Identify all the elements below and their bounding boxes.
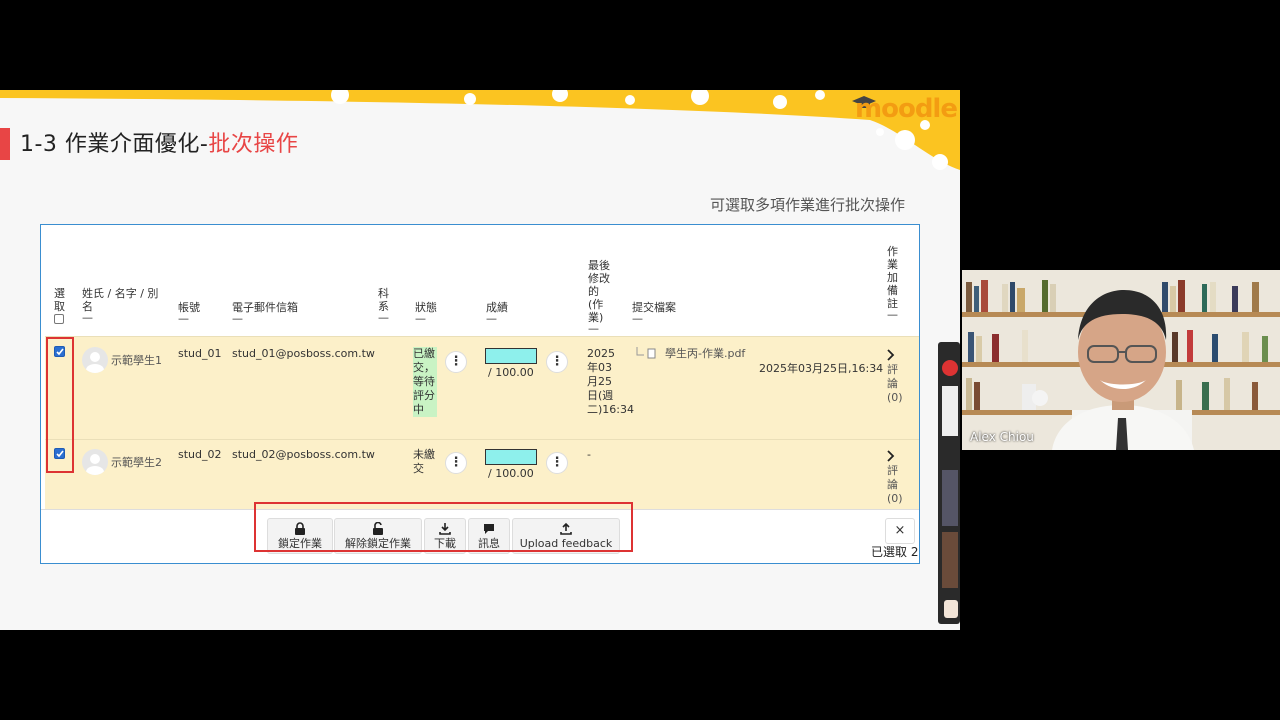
header-department[interactable]: 科系 — xyxy=(378,287,390,323)
close-icon[interactable]: × xyxy=(885,518,915,544)
last-modified: - xyxy=(587,448,591,461)
select-all-checkbox[interactable] xyxy=(54,314,64,324)
header-name[interactable]: 姓氏 / 名字 / 別名 — xyxy=(82,287,162,323)
presentation-slide: moodle 1-3 作業介面優化-批次操作 可選取多項作業進行批次操作 選取 … xyxy=(0,90,960,630)
selected-count: 已選取 2 xyxy=(871,545,919,559)
record-icon xyxy=(942,360,958,376)
hand-icon[interactable] xyxy=(944,600,958,618)
file-timestamp: 2025年03月25日,16:34 xyxy=(759,362,884,375)
feedback-comments[interactable]: 評論 (0) xyxy=(887,464,903,506)
username: stud_01 xyxy=(178,347,222,360)
header-files[interactable]: 提交檔案 — xyxy=(632,301,676,324)
header-username[interactable]: 帳號 — xyxy=(178,301,200,324)
file-tree-icon xyxy=(636,347,656,359)
header-grade[interactable]: 成績 — xyxy=(486,301,508,324)
grading-table-panel: 選取 姓氏 / 名字 / 別名 — 帳號 — 電子郵件信箱 — 科系 — 狀態 … xyxy=(40,224,920,564)
participant-thumbnails[interactable] xyxy=(938,342,960,624)
grade-max: / 100.00 xyxy=(488,366,534,379)
slide-title: 1-3 作業介面優化-批次操作 xyxy=(20,126,298,158)
email: stud_02@posboss.com.tw xyxy=(232,448,375,461)
header-feedback[interactable]: 作業加備註 — xyxy=(887,245,899,320)
table-row: 示範學生2 stud_02 stud_02@posboss.com.tw 未繳交… xyxy=(45,439,919,509)
avatar[interactable] xyxy=(82,347,108,373)
status-menu-button[interactable]: ⋮ xyxy=(445,452,467,474)
title-highlight: 批次操作 xyxy=(208,132,299,157)
slide-subtitle: 可選取多項作業進行批次操作 xyxy=(709,196,905,214)
bulk-action-bar: 鎖定作業 解除鎖定作業 下載 訊息 Upload feedback × 已選取 … xyxy=(41,502,919,563)
participant-thumbnail[interactable] xyxy=(942,470,958,526)
status-menu-button[interactable]: ⋮ xyxy=(445,351,467,373)
email: stud_01@posboss.com.tw xyxy=(232,347,375,360)
header-status[interactable]: 狀態 — xyxy=(415,301,437,324)
participant-thumbnail[interactable] xyxy=(942,532,958,588)
grade-input[interactable] xyxy=(485,449,537,465)
moodle-logo: moodle xyxy=(855,94,958,124)
table-row: 示範學生1 stud_01 stud_01@posboss.com.tw 已繳交… xyxy=(45,336,919,439)
participant-name: Alex Chiou xyxy=(970,430,1034,444)
feedback-comments[interactable]: 評論 (0) xyxy=(887,363,903,405)
avatar[interactable] xyxy=(82,449,108,475)
checkbox-highlight xyxy=(46,337,74,473)
title-accent-bar xyxy=(0,128,10,160)
username: stud_02 xyxy=(178,448,222,461)
header-last-modified[interactable]: 最後修改的(作業) — xyxy=(588,259,612,334)
webcam-feed: Alex Chiou xyxy=(962,270,1280,450)
bulk-actions-highlight xyxy=(254,502,633,552)
status-badge: 已繳交，等待評分中 xyxy=(413,347,437,417)
grade-menu-button[interactable]: ⋮ xyxy=(546,452,568,474)
grade-max: / 100.00 xyxy=(488,467,534,480)
status-badge: 未繳交 xyxy=(413,448,435,475)
video-frame: moodle 1-3 作業介面優化-批次操作 可選取多項作業進行批次操作 選取 … xyxy=(0,0,1280,720)
header-select[interactable]: 選取 xyxy=(54,287,66,313)
student-name[interactable]: 示範學生2 xyxy=(111,456,162,470)
student-name[interactable]: 示範學生1 xyxy=(111,354,162,368)
header-email[interactable]: 電子郵件信箱 — xyxy=(232,301,298,324)
webcam-scene xyxy=(962,270,1280,450)
submitted-file-link[interactable]: 學生丙-作業.pdf xyxy=(665,347,745,361)
participant-thumbnail[interactable] xyxy=(942,386,958,436)
title-prefix: 1-3 作業介面優化- xyxy=(20,132,209,157)
chevron-right-icon[interactable] xyxy=(886,349,896,361)
last-modified: 2025年03月25日(週二)16:34 xyxy=(587,347,634,416)
grade-menu-button[interactable]: ⋮ xyxy=(546,351,568,373)
grade-input[interactable] xyxy=(485,348,537,364)
chevron-right-icon[interactable] xyxy=(886,450,896,462)
